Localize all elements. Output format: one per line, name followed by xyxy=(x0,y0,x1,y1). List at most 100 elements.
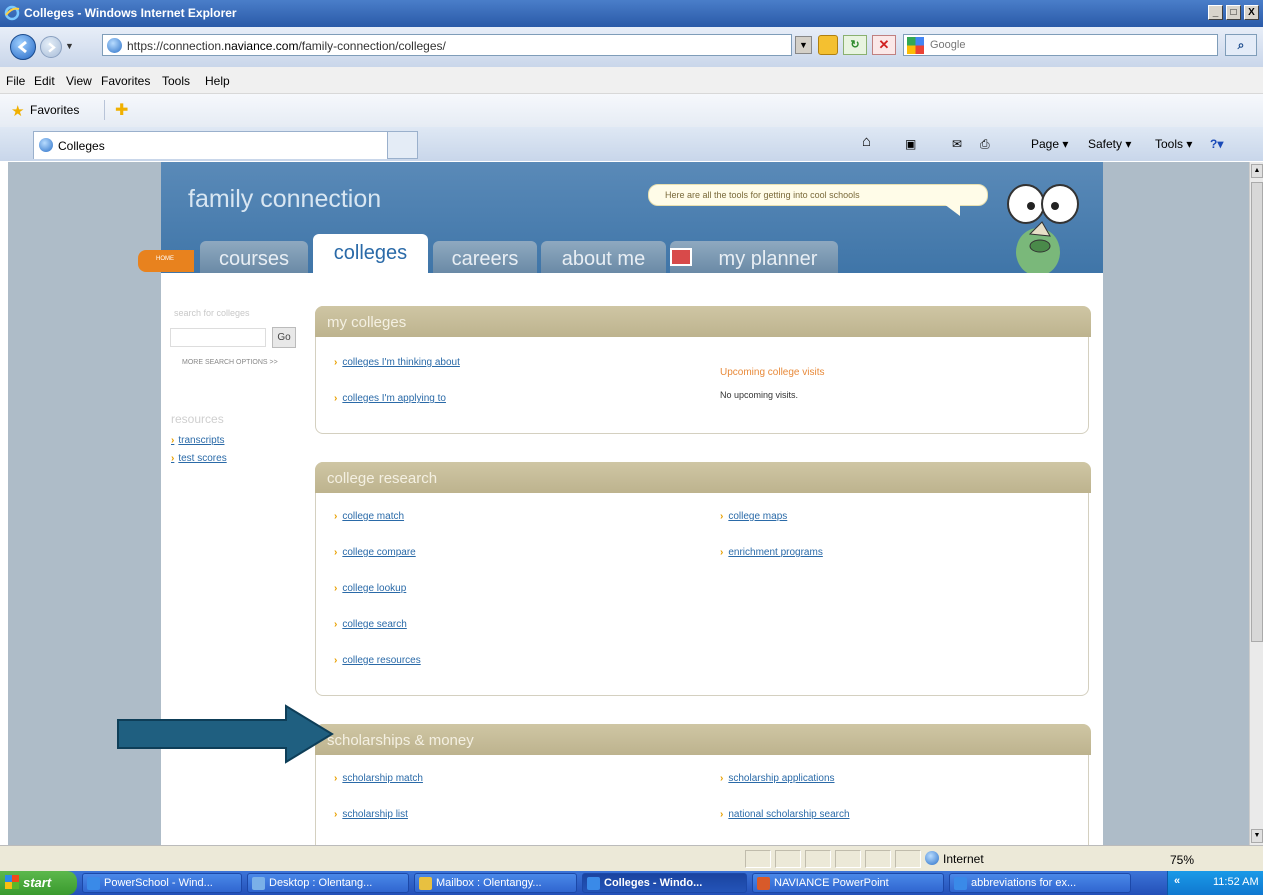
security-zone[interactable]: Internet xyxy=(923,850,1103,868)
chevron-right-icon: › xyxy=(720,547,724,558)
chevron-right-icon: › xyxy=(334,619,338,630)
url-domain: naviance.com xyxy=(224,39,299,53)
tab-about-me[interactable]: about me xyxy=(541,241,666,273)
scholarship-match-link[interactable]: › scholarship match xyxy=(334,773,423,784)
safety-menu[interactable]: Safety ▾ xyxy=(1088,137,1131,151)
tab-colleges-active[interactable]: colleges xyxy=(313,234,428,273)
tray-expand-icon[interactable]: « xyxy=(1174,875,1180,887)
scholarship-list-link[interactable]: › scholarship list xyxy=(334,809,408,820)
menu-help[interactable]: Help xyxy=(205,74,230,88)
chevron-right-icon: › xyxy=(334,583,338,594)
no-visits-text: No upcoming visits. xyxy=(720,390,799,400)
new-tab-button[interactable] xyxy=(387,131,418,159)
chevron-right-icon: › xyxy=(720,773,724,784)
tab-courses[interactable]: courses xyxy=(200,241,308,273)
tab-my-planner[interactable]: my planner xyxy=(670,241,838,273)
add-favorite-icon[interactable]: ✚ xyxy=(115,100,128,120)
mail-icon[interactable]: ✉ xyxy=(952,137,962,151)
start-button[interactable]: start xyxy=(0,871,77,895)
refresh-button[interactable]: ↻ xyxy=(843,35,867,55)
scroll-down-button[interactable]: ▼ xyxy=(1251,829,1263,843)
college-compare-link[interactable]: › college compare xyxy=(334,547,416,558)
minimize-button[interactable]: _ xyxy=(1208,5,1223,20)
tab-careers[interactable]: careers xyxy=(433,241,537,273)
brand-title[interactable]: family connection xyxy=(188,185,381,214)
windows-taskbar: start PowerSchool - Wind... Desktop : Ol… xyxy=(0,871,1263,895)
chevron-right-icon: › xyxy=(334,357,338,368)
stop-button[interactable]: ✕ xyxy=(872,35,896,55)
url-prefix: https://connection. xyxy=(127,39,225,53)
go-button[interactable]: Go xyxy=(272,327,296,348)
college-search-input[interactable] xyxy=(170,328,266,347)
tab-globe-icon xyxy=(39,138,53,152)
mascot-icon xyxy=(1007,184,1079,273)
menu-view[interactable]: View xyxy=(66,74,92,88)
tab-colleges[interactable]: Colleges xyxy=(33,131,388,159)
favorites-star-icon[interactable]: ★ xyxy=(11,102,24,120)
home-icon[interactable]: ⌂ xyxy=(862,133,871,150)
system-tray: « 11:52 AM xyxy=(1167,871,1263,895)
colleges-thinking-about-link[interactable]: › colleges I'm thinking about xyxy=(334,357,460,368)
more-search-options-link[interactable]: MORE SEARCH OPTIONS >> xyxy=(182,359,278,366)
scroll-thumb[interactable] xyxy=(1251,182,1263,642)
taskbar-item-powerschool[interactable]: PowerSchool - Wind... xyxy=(82,873,242,893)
ie-icon xyxy=(87,877,100,890)
my-colleges-panel: my colleges › colleges I'm thinking about… xyxy=(315,306,1091,434)
college-maps-link[interactable]: › college maps xyxy=(720,511,787,522)
favorites-button[interactable]: Favorites xyxy=(30,103,79,117)
test-scores-link[interactable]: › test scores xyxy=(171,453,227,464)
tools-menu[interactable]: Tools ▾ xyxy=(1155,137,1192,151)
upcoming-visits-heading: Upcoming college visits xyxy=(720,367,825,378)
chevron-right-icon: › xyxy=(334,511,338,522)
clock[interactable]: 11:52 AM xyxy=(1213,876,1259,888)
forward-arrow-icon xyxy=(48,42,56,53)
college-lookup-link[interactable]: › college lookup xyxy=(334,583,406,594)
scholarship-applications-link[interactable]: › scholarship applications xyxy=(720,773,835,784)
menu-file[interactable]: File xyxy=(6,74,25,88)
feeds-icon[interactable]: ▣ xyxy=(905,137,916,151)
menu-favorites[interactable]: Favorites xyxy=(101,74,150,88)
search-input[interactable]: Google xyxy=(903,34,1218,56)
panel-header: scholarships & money xyxy=(315,724,1091,755)
taskbar-item-powerpoint[interactable]: NAVIANCE PowerPoint xyxy=(752,873,944,893)
address-field[interactable]: https://connection.naviance.com/family-c… xyxy=(102,34,792,56)
national-scholarship-search-link[interactable]: › national scholarship search xyxy=(720,809,850,820)
taskbar-item-colleges[interactable]: Colleges - Windo... xyxy=(582,873,747,893)
history-dropdown-icon[interactable]: ▼ xyxy=(65,41,74,51)
ie-icon xyxy=(587,877,600,890)
close-button[interactable]: X xyxy=(1244,5,1259,20)
college-search-link[interactable]: › college search xyxy=(334,619,407,630)
taskbar-item-abbreviations[interactable]: abbreviations for ex... xyxy=(949,873,1131,893)
colleges-applying-to-link[interactable]: › colleges I'm applying to xyxy=(334,393,446,404)
help-icon[interactable]: ?▾ xyxy=(1210,137,1223,151)
ie-icon xyxy=(954,877,967,890)
resources-heading: resources xyxy=(171,412,224,426)
address-toolbar: ▼ https://connection.naviance.com/family… xyxy=(0,27,1263,67)
maximize-button[interactable]: □ xyxy=(1226,5,1241,20)
taskbar-item-mailbox[interactable]: Mailbox : Olentangy... xyxy=(414,873,577,893)
college-match-link[interactable]: › college match xyxy=(334,511,404,522)
page-menu[interactable]: Page ▾ xyxy=(1031,137,1068,151)
google-icon xyxy=(907,37,924,54)
vertical-scrollbar[interactable]: ▲ ▼ xyxy=(1249,162,1263,845)
planner-icon xyxy=(670,248,692,266)
security-lock-icon[interactable] xyxy=(818,35,838,55)
print-icon[interactable]: ⎙ xyxy=(980,137,990,152)
taskbar-item-desktop[interactable]: Desktop : Olentang... xyxy=(247,873,409,893)
tab-bar: Colleges ⌂ ▣ ✉ ⎙ Page ▾ Safety ▾ Tools ▾… xyxy=(0,127,1263,161)
enrichment-programs-link[interactable]: › enrichment programs xyxy=(720,547,823,558)
forward-button[interactable] xyxy=(40,36,62,58)
menu-edit[interactable]: Edit xyxy=(34,74,55,88)
search-button[interactable]: ⌕ xyxy=(1225,34,1257,56)
chevron-right-icon: › xyxy=(334,393,338,404)
scroll-up-button[interactable]: ▲ xyxy=(1251,164,1263,178)
annotation-arrow-icon xyxy=(117,704,334,764)
college-resources-link[interactable]: › college resources xyxy=(334,655,421,666)
menu-tools[interactable]: Tools xyxy=(162,74,190,88)
url-dropdown-button[interactable]: ▼ xyxy=(795,36,812,54)
zoom-level[interactable]: 75% xyxy=(1170,853,1194,867)
home-badge[interactable]: HOME xyxy=(138,250,194,272)
transcripts-link[interactable]: › transcripts xyxy=(171,435,224,446)
panel-header: my colleges xyxy=(315,306,1091,337)
back-button[interactable] xyxy=(10,34,36,60)
